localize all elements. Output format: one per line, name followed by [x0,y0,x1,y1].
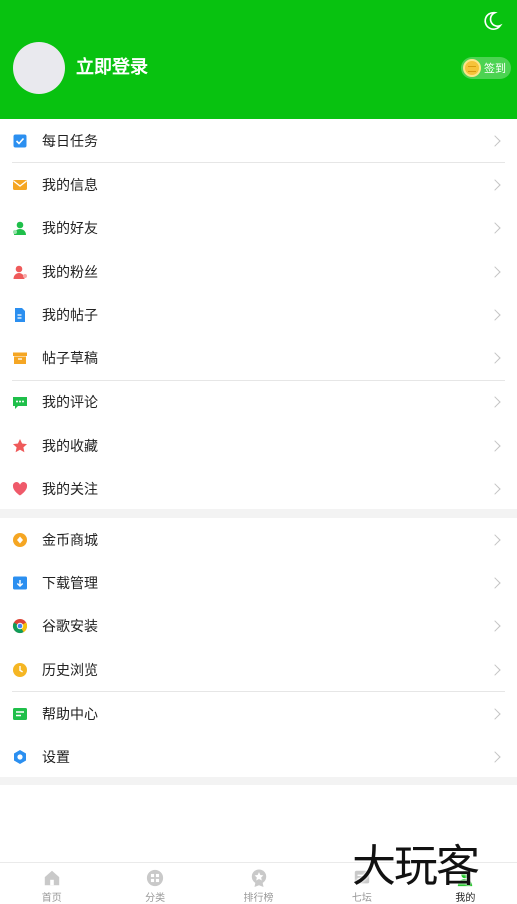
settings-icon [12,749,28,765]
chevron-right-icon [489,577,501,589]
menu-item-label: 我的信息 [42,177,98,194]
tab-label: 首页 [41,893,62,904]
profile-header: 立即登录 签到 [0,0,517,119]
chevron-right-icon [489,708,501,720]
night-mode-moon-icon[interactable] [481,10,503,32]
menu-item-my-info[interactable]: 我的信息 [0,163,517,206]
menu-item-google-install[interactable]: 谷歌安装 [0,605,517,648]
star-icon [12,438,28,454]
friend-icon [12,220,28,236]
fans-icon [12,264,28,280]
chevron-right-icon [489,265,501,278]
menu-item-label: 下载管理 [42,575,98,592]
login-link[interactable]: 立即登录 [76,57,148,79]
coin-shop-icon [12,532,28,548]
menu-item-my-posts[interactable]: 我的帖子 [0,293,517,336]
section-separator [0,509,517,518]
coin-icon [463,59,481,77]
task-check-icon [12,133,28,149]
menu-item-history[interactable]: 历史浏览 [0,648,517,691]
category-icon [147,869,164,887]
menu-item-coin-shop[interactable]: 金币商城 [0,518,517,561]
help-icon [12,706,28,722]
menu-item-label: 我的关注 [42,482,98,499]
menu-item-label: 我的粉丝 [42,264,98,281]
tab-home[interactable]: 首页 [0,863,103,904]
section-separator [0,777,517,785]
menu-item-download-manager[interactable]: 下载管理 [0,561,517,604]
chevron-right-icon [489,663,501,676]
chevron-right-icon [489,483,501,495]
tab-category[interactable]: 分类 [103,863,206,904]
chevron-right-icon [489,533,501,546]
menu-item-label: 帮助中心 [42,706,98,723]
chevron-right-icon [489,396,501,409]
chevron-right-icon [489,222,501,234]
post-doc-icon [12,307,28,323]
menu-item-label: 每日任务 [42,133,98,150]
menu-item-my-comments[interactable]: 我的评论 [0,381,517,424]
ranking-icon [251,869,266,887]
download-icon [12,575,28,591]
menu-item-my-favorites[interactable]: 我的收藏 [0,424,517,467]
menu-item-label: 谷歌安装 [42,619,98,636]
checkin-label: 签到 [484,62,506,75]
menu-item-label: 我的评论 [42,395,98,412]
menu-item-post-drafts[interactable]: 帖子草稿 [0,336,517,379]
menu-item-label: 帖子草稿 [42,351,98,368]
draft-box-icon [12,350,28,366]
comment-icon [12,394,28,410]
menu-item-settings[interactable]: 设置 [0,735,517,778]
chevron-right-icon [489,134,501,147]
tab-label: 分类 [145,893,166,904]
heart-icon [12,481,28,497]
menu-item-label: 我的收藏 [42,438,98,455]
avatar[interactable] [13,42,65,94]
menu-item-label: 我的帖子 [42,307,98,324]
menu-item-help-center[interactable]: 帮助中心 [0,692,517,735]
home-icon [44,870,59,886]
menu-item-my-fans[interactable]: 我的粉丝 [0,250,517,293]
tab-ranking[interactable]: 排行榜 [207,863,310,904]
chevron-right-icon [489,352,501,364]
menu-item-label: 设置 [42,750,70,767]
menu-group-1: 每日任务 我的信息 我的好友 我的粉丝 我的帖子 帖子草稿 我的评论 我的收藏 [0,119,517,511]
chevron-right-icon [489,751,501,763]
mail-icon [12,177,28,193]
checkin-button[interactable]: 签到 [461,57,511,79]
clock-icon [12,662,28,678]
menu-item-my-friends[interactable]: 我的好友 [0,207,517,250]
menu-item-my-follows[interactable]: 我的关注 [0,467,517,510]
chevron-right-icon [489,309,501,321]
chevron-right-icon [489,620,501,632]
menu-item-label: 金币商城 [42,532,98,549]
chevron-right-icon [489,440,501,452]
menu-item-label: 我的好友 [42,221,98,238]
menu-item-daily-task[interactable]: 每日任务 [0,119,517,162]
tab-label: 排行榜 [243,893,274,904]
chevron-right-icon [489,179,501,191]
watermark-logo: 大玩客 [352,841,480,892]
chrome-icon [12,618,28,634]
menu-group-2: 金币商城 下载管理 谷歌安装 历史浏览 帮助中心 设置 [0,518,517,779]
menu-item-label: 历史浏览 [42,662,98,679]
